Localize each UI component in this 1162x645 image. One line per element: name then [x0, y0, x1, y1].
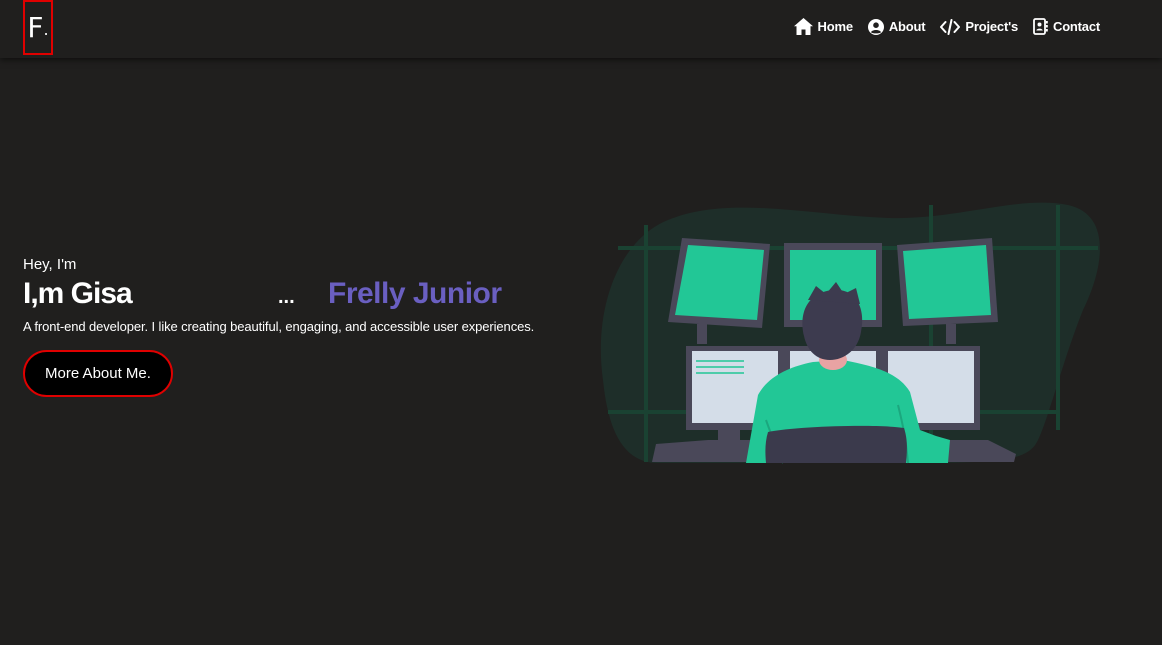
headline: I,m Gisa ... Frelly Junior — [23, 277, 534, 319]
logo-letter: F — [27, 11, 44, 44]
typed-name: Frelly Junior — [328, 277, 502, 310]
nav-contact[interactable]: Contact — [1033, 18, 1100, 35]
nav-projects-label: Project's — [965, 19, 1018, 34]
nav-about[interactable]: About — [867, 18, 926, 35]
nav-home-label: Home — [817, 19, 854, 34]
developer-at-monitors-illustration — [600, 202, 1100, 464]
more-about-me-button[interactable]: More About Me. — [23, 350, 173, 397]
tagline: A front-end developer. I like creating b… — [23, 319, 535, 334]
greeting: Hey, I'm — [23, 256, 77, 273]
nav-projects[interactable]: Project's — [940, 18, 1018, 35]
nav-about-label: About — [888, 19, 926, 34]
headline-name: I,m Gisa — [23, 277, 133, 310]
logo-dot: . — [43, 20, 49, 39]
user-circle-icon — [867, 18, 884, 35]
nav-contact-label: Contact — [1053, 19, 1100, 34]
nav-home[interactable]: Home — [793, 18, 854, 35]
nav-links: Home About Project's Contact — [793, 18, 1100, 35]
navbar: F. Home About Project's Contact — [0, 0, 1162, 58]
home-icon — [793, 18, 813, 35]
contact-card-icon — [1033, 18, 1048, 35]
hero-section: Hey, I'm I,m Gisa ... Frelly Junior A fr… — [23, 256, 534, 397]
logo-link[interactable]: F. — [23, 0, 53, 55]
typing-dots: ... — [278, 286, 295, 308]
code-icon — [940, 18, 961, 35]
